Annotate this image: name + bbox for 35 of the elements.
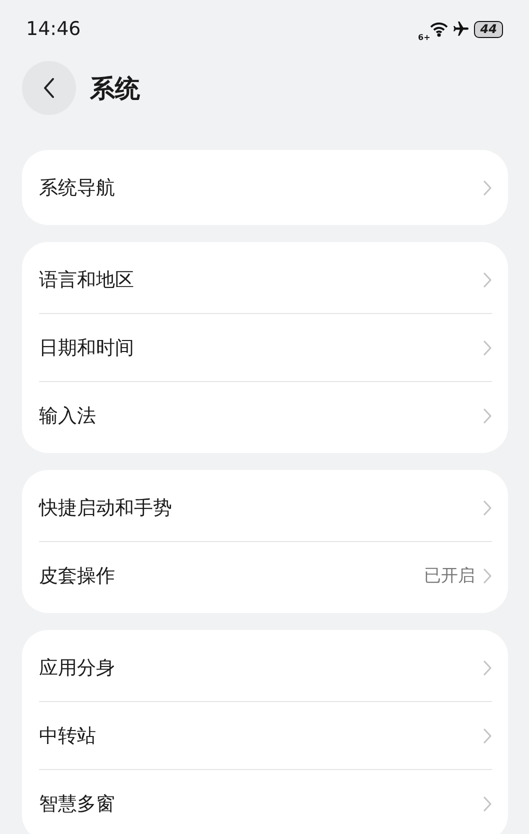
settings-row[interactable]: 智慧多窗	[39, 770, 492, 834]
settings-row[interactable]: 快捷启动和手势	[39, 474, 492, 541]
page-title: 系统	[90, 72, 140, 104]
row-label: 应用分身	[39, 656, 116, 680]
row-label: 系统导航	[39, 176, 116, 200]
settings-row[interactable]: 皮套操作 已开启	[39, 542, 492, 609]
settings-row[interactable]: 日期和时间	[39, 314, 492, 381]
row-label: 日期和时间	[39, 336, 135, 360]
chevron-icon	[483, 728, 492, 744]
row-label: 快捷启动和手势	[39, 496, 173, 520]
chevron-icon	[483, 272, 492, 288]
settings-row[interactable]: 应用分身	[39, 634, 492, 701]
row-label: 皮套操作	[39, 564, 116, 588]
chevron-icon	[483, 796, 492, 812]
settings-row[interactable]: 输入法	[39, 382, 492, 449]
settings-row[interactable]: 中转站	[39, 702, 492, 769]
airplane-icon	[452, 20, 470, 38]
row-value: 已开启	[424, 565, 475, 587]
row-label: 语言和地区	[39, 268, 135, 292]
row-label: 智慧多窗	[39, 792, 116, 816]
network-label: 6+	[418, 32, 430, 42]
chevron-icon	[483, 408, 492, 424]
row-label: 输入法	[39, 404, 97, 428]
chevron-icon	[483, 500, 492, 516]
chevron-icon	[483, 568, 492, 584]
chevron-icon	[483, 340, 492, 356]
settings-row[interactable]: 语言和地区	[39, 246, 492, 313]
settings-row[interactable]: 系统导航	[39, 154, 492, 221]
wifi-icon	[430, 21, 448, 37]
back-icon	[43, 77, 55, 99]
chevron-icon	[483, 660, 492, 676]
status-time: 14:46	[26, 18, 81, 40]
battery-icon: 44	[474, 20, 503, 38]
row-label: 中转站	[39, 724, 97, 748]
chevron-icon	[483, 180, 492, 196]
